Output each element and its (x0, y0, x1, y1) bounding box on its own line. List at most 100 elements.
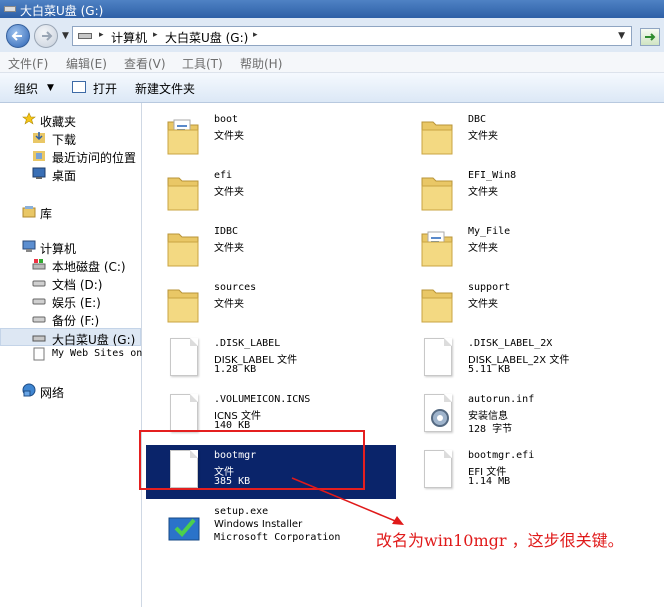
file-name: .VOLUMEICON.ICNS (214, 394, 311, 405)
file-item[interactable]: DBC 文件夹 (400, 109, 650, 163)
file-item[interactable]: support 文件夹 (400, 277, 650, 331)
back-button[interactable] (6, 24, 30, 48)
sidebar-item-ent-drive[interactable]: 娱乐 (E:) (0, 292, 141, 310)
web-folder-icon (33, 347, 45, 361)
network-icon (22, 383, 36, 397)
menu-edit[interactable]: 编辑(E) (66, 55, 107, 72)
breadcrumb-usb[interactable]: 大白菜U盘 (G:) (165, 29, 248, 46)
menu-view[interactable]: 查看(V) (124, 55, 166, 72)
file-item[interactable]: efi 文件夹 (146, 165, 396, 219)
file-name: My_File (468, 226, 511, 237)
menu-tools[interactable]: 工具(T) (182, 55, 223, 72)
sidebar-item-favorites[interactable]: 收藏夹 (0, 111, 141, 129)
file-size: 5.11 KB (468, 364, 511, 375)
file-icon (164, 392, 204, 440)
sidebar-item-recent[interactable]: 最近访问的位置 (0, 147, 141, 165)
file-item[interactable]: My_File 文件夹 (400, 221, 650, 275)
file-type: 文件夹 (214, 131, 244, 142)
toolbar: 组织 ▼ 打开 新建文件夹 (0, 73, 664, 103)
new-folder-button[interactable]: 新建文件夹 (135, 80, 195, 97)
file-type: 文件夹 (468, 243, 498, 254)
menu-file[interactable]: 文件(F) (8, 55, 48, 72)
folder-icon (164, 168, 204, 216)
folder-icon (164, 224, 204, 272)
file-size: 128 字节 (468, 424, 513, 435)
file-item[interactable]: .VOLUMEICON.ICNS ICNS 文件 140 KB (146, 389, 396, 443)
file-size: 1.28 KB (214, 364, 257, 375)
desktop-icon (32, 167, 46, 179)
file-name: boot (214, 114, 239, 125)
folder-icon (418, 112, 458, 160)
file-type: 文件夹 (468, 131, 498, 142)
folder-icon (164, 280, 204, 328)
forward-button[interactable] (34, 24, 58, 48)
menu-help[interactable]: 帮助(H) (240, 55, 282, 72)
organize-button[interactable]: 组织 (14, 80, 38, 97)
file-item[interactable]: EFI_Win8 文件夹 (400, 165, 650, 219)
sidebar-item-usb-drive[interactable]: 大白菜U盘 (G:) (0, 328, 141, 347)
organize-dropdown-icon[interactable]: ▼ (47, 83, 54, 93)
file-item[interactable]: .DISK_LABEL DISK_LABEL 文件 1.28 KB (146, 333, 396, 387)
file-item[interactable]: bootmgr 文件 385 KB (146, 445, 396, 499)
forward-arrow-icon (42, 31, 53, 41)
drive-icon (32, 298, 46, 305)
open-button[interactable]: 打开 (93, 80, 117, 97)
drive-icon (78, 33, 92, 39)
folder-icon (418, 168, 458, 216)
open-icon (72, 81, 86, 93)
address-bar[interactable]: ▸ 计算机 ▸ 大白菜U盘 (G:) ▸ ▼ (72, 26, 632, 46)
file-item[interactable]: IDBC 文件夹 (146, 221, 396, 275)
sidebar-item-local-disk[interactable]: 本地磁盘 (C:) (0, 256, 141, 274)
sidebar-item-desktop[interactable]: 桌面 (0, 165, 141, 183)
navigation-pane: 收藏夹 下载 最近访问的位置 桌面 库 计算机 本地磁盘 (C:) 文档 (D:… (0, 103, 166, 607)
drive-icon (32, 280, 46, 287)
file-item[interactable]: setup.exe Windows Installer Microsoft Corp… (146, 501, 396, 555)
sidebar-item-web-sites[interactable]: My Web Sites on MSN (0, 346, 166, 364)
title-bar: 大白菜U盘 (G:) (0, 0, 664, 18)
usb-drive-icon (32, 335, 46, 342)
file-size: 385 KB (214, 476, 251, 487)
refresh-icon (645, 33, 656, 41)
folder-docs-icon (418, 224, 458, 272)
sidebar-item-network[interactable]: 网络 (0, 382, 141, 400)
file-item[interactable]: bootmgr.efi EFI 文件 1.14 MB (400, 445, 650, 499)
star-icon (22, 112, 36, 125)
chevron-right-icon[interactable]: ▸ (99, 30, 104, 40)
file-item[interactable]: .DISK_LABEL_2X DISK_LABEL_2X 文件 5.11 KB (400, 333, 650, 387)
window-title: 大白菜U盘 (G:) (20, 4, 104, 18)
file-type: 文件夹 (468, 299, 498, 310)
sidebar-item-docs-drive[interactable]: 文档 (D:) (0, 274, 141, 292)
chevron-right-icon[interactable]: ▸ (153, 30, 158, 40)
settings-file-icon (418, 392, 458, 440)
file-type: 文件夹 (214, 299, 244, 310)
refresh-button[interactable] (640, 28, 660, 46)
file-name: bootmgr.efi (468, 450, 535, 461)
file-icon (418, 448, 458, 496)
chevron-right-icon[interactable]: ▸ (253, 30, 258, 40)
file-item[interactable]: sources 文件夹 (146, 277, 396, 331)
address-dropdown-icon[interactable]: ▼ (618, 31, 625, 41)
sidebar-item-downloads[interactable]: 下载 (0, 129, 141, 147)
file-item[interactable]: boot 文件夹 (146, 109, 396, 163)
back-arrow-icon (11, 31, 22, 41)
file-item[interactable]: autorun.inf 安装信息 128 字节 (400, 389, 650, 443)
address-row: ▼ ▸ 计算机 ▸ 大白菜U盘 (G:) ▸ ▼ (0, 18, 664, 52)
sidebar-item-backup-drive[interactable]: 备份 (F:) (0, 310, 141, 328)
file-type: Windows Installer (214, 519, 303, 530)
file-name: autorun.inf (468, 394, 535, 405)
file-name: .DISK_LABEL (214, 338, 281, 349)
file-name: setup.exe (214, 506, 269, 517)
recent-pages-chevron-icon[interactable]: ▼ (62, 31, 69, 41)
sidebar-item-libraries[interactable]: 库 (0, 203, 141, 221)
library-icon (22, 206, 36, 218)
file-icon (418, 336, 458, 384)
file-icon (164, 336, 204, 384)
file-name: efi (214, 170, 233, 181)
folder-docs-icon (164, 112, 204, 160)
sidebar-item-computer[interactable]: 计算机 (0, 238, 141, 256)
file-type: 文件夹 (468, 187, 498, 198)
file-name: DBC (468, 114, 487, 125)
file-name: EFI_Win8 (468, 170, 517, 181)
file-type: 文件夹 (214, 243, 244, 254)
breadcrumb-computer[interactable]: 计算机 (111, 29, 147, 46)
